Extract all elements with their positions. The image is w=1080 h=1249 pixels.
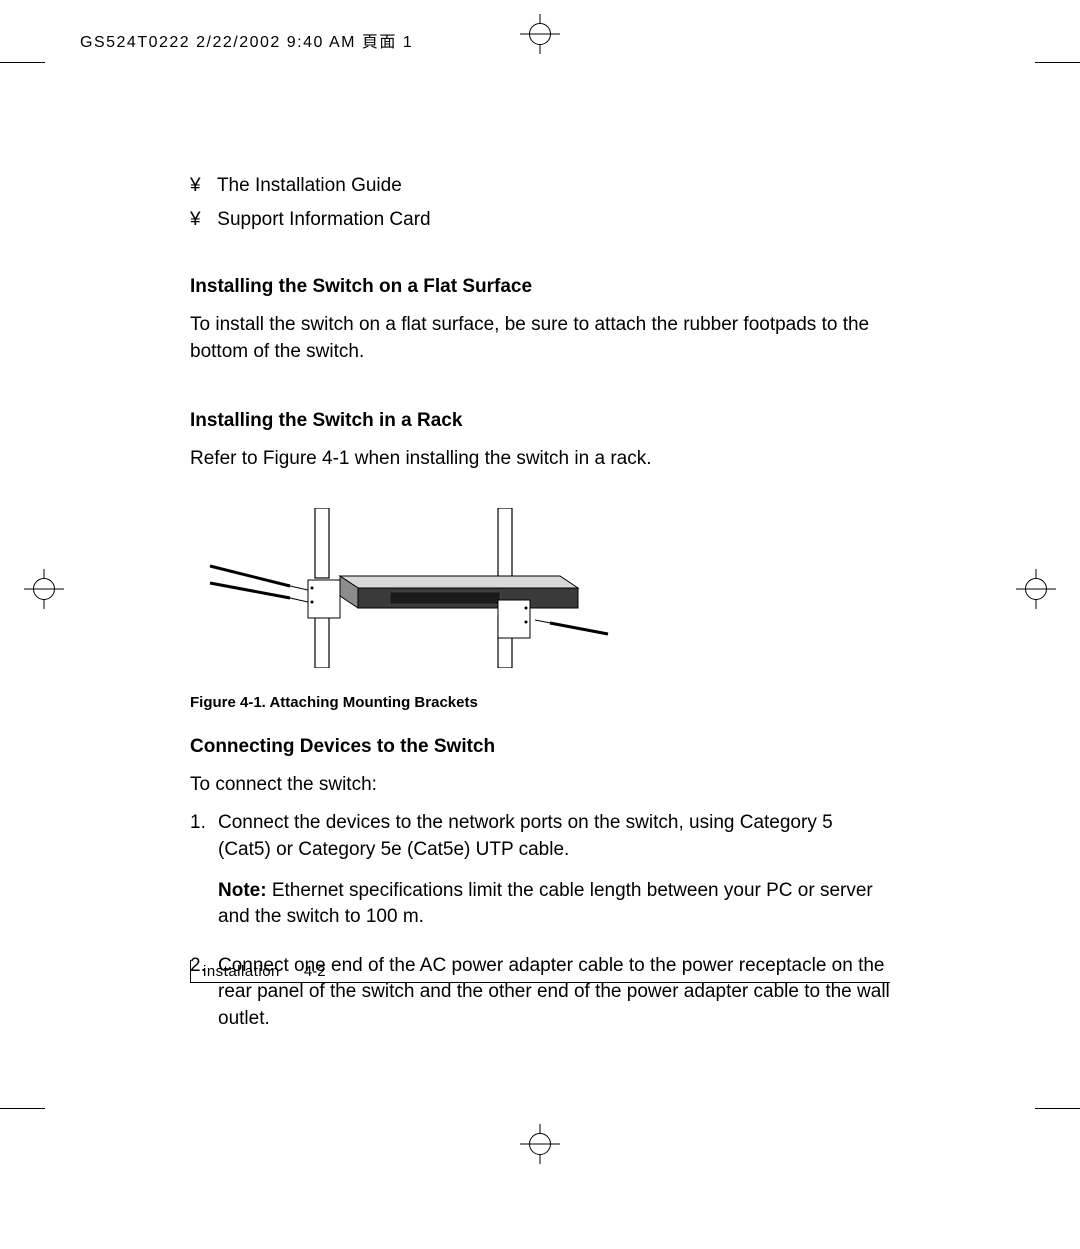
registration-mark-icon <box>1022 575 1050 603</box>
crop-mark <box>0 62 45 63</box>
step-number: 1. <box>190 810 218 930</box>
registration-mark-icon <box>526 20 554 48</box>
page-footer: installation 4-2 <box>190 960 326 982</box>
note-text: Ethernet specifications limit the cable … <box>218 880 873 928</box>
section-heading-rack: Installing the Switch in a Rack <box>190 410 890 432</box>
figure-caption: Figure 4-1. Attaching Mounting Brackets <box>190 694 890 711</box>
footer-section: installation <box>203 963 280 980</box>
ordered-list-item: 1. Connect the devices to the network po… <box>190 810 890 930</box>
crop-mark <box>0 1108 45 1109</box>
section-heading-connect: Connecting Devices to the Switch <box>190 736 890 758</box>
paragraph: To install the switch on a flat surface,… <box>190 312 890 365</box>
bullet-icon: ¥ <box>190 175 212 197</box>
registration-mark-icon <box>30 575 58 603</box>
note: Note: Ethernet specifications limit the … <box>218 878 890 931</box>
print-header: GS524T0222 2/22/2002 9:40 AM 頁面 1 <box>80 28 413 52</box>
paragraph: To connect the switch: <box>190 772 890 799</box>
paragraph: Refer to Figure 4-1 when installing the … <box>190 446 890 473</box>
crop-mark <box>1035 1108 1080 1109</box>
step-text: Connect the devices to the network ports… <box>218 810 890 863</box>
list-item: ¥ Support Information Card <box>190 209 890 231</box>
list-item-text: Support Information Card <box>217 209 430 230</box>
figure: Figure 4-1. Attaching Mounting Brackets <box>190 508 890 711</box>
bullet-icon: ¥ <box>190 209 212 231</box>
list-item: ¥ The Installation Guide <box>190 175 890 197</box>
footer-page-number: 4-2 <box>304 963 326 980</box>
page-content: ¥ The Installation Guide ¥ Support Infor… <box>190 175 890 1033</box>
list-item-text: The Installation Guide <box>217 175 402 196</box>
note-label: Note: <box>218 880 267 901</box>
rack-mount-illustration <box>190 508 610 668</box>
registration-mark-icon <box>526 1130 554 1158</box>
footer-rule <box>190 982 890 983</box>
section-heading-flat: Installing the Switch on a Flat Surface <box>190 276 890 298</box>
crop-mark <box>1035 62 1080 63</box>
